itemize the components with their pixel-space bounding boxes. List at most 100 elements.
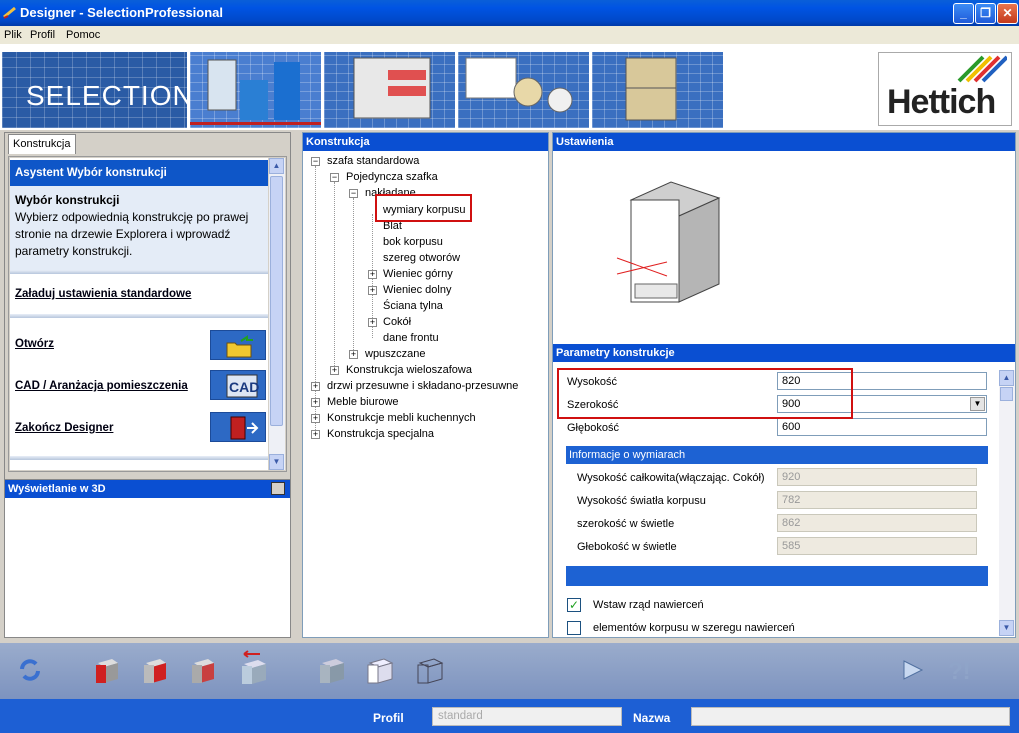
tree-title: Konstrukcja <box>303 133 548 151</box>
chevron-down-icon[interactable]: ▼ <box>970 397 985 411</box>
expand-icon[interactable]: + <box>368 318 377 327</box>
tree-node-sciana-tylna[interactable]: Ściana tylna <box>383 300 443 312</box>
cad-link[interactable]: CAD / Aranżacja pomieszczenia <box>15 380 188 392</box>
tree-node-cokol[interactable]: Cokół <box>383 316 411 328</box>
svg-text:CAD: CAD <box>229 379 259 395</box>
left-scrollbar[interactable]: ▲ ▼ <box>269 158 285 470</box>
tree-node-wpuszczane[interactable]: wpuszczane <box>365 348 426 360</box>
open-folder-icon[interactable] <box>210 330 266 360</box>
info-label-inner-depth: Głebokość w świetle <box>577 541 677 553</box>
play-icon[interactable] <box>898 655 926 685</box>
right-scrollbar[interactable]: ▲ ▼ <box>999 370 1015 636</box>
tree-node-konstrukcja-wieloszafowa[interactable]: Konstrukcja wieloszafowa <box>346 364 472 376</box>
cube-red-side-icon[interactable] <box>140 655 168 685</box>
tile-hardware[interactable] <box>458 52 589 128</box>
scroll-thumb[interactable] <box>1000 387 1013 401</box>
scroll-thumb[interactable] <box>270 176 283 426</box>
scroll-down-icon[interactable]: ▼ <box>999 620 1014 636</box>
expand-icon[interactable]: − <box>330 173 339 182</box>
tree-node-szereg-otworow[interactable]: szereg otworów <box>383 252 460 264</box>
settings-title: Ustawienia <box>553 133 1015 151</box>
tree-node-wieniec-gorny[interactable]: Wieniec górny <box>383 268 453 280</box>
tree-node-bok-korpusu[interactable]: bok korpusu <box>383 236 443 248</box>
restore-button[interactable]: ❐ <box>975 3 996 24</box>
exit-designer-link[interactable]: Zakończ Designer <box>15 422 113 434</box>
tile-drawers[interactable] <box>324 52 455 128</box>
elements-checkbox[interactable] <box>567 621 581 635</box>
expand-icon[interactable]: − <box>349 189 358 198</box>
minimize-button[interactable]: _ <box>953 3 974 24</box>
depth-input[interactable]: 600 <box>777 418 987 436</box>
expand-icon[interactable]: + <box>368 286 377 295</box>
tree-node-szafa-standardowa[interactable]: szafa standardowa <box>327 155 419 167</box>
tree-node-wieniec-dolny[interactable]: Wieniec dolny <box>383 284 451 296</box>
selection-logo: SELECTION <box>26 80 187 111</box>
tree-node-drzwi-przesuwne[interactable]: drzwi przesuwne i składano-przesuwne <box>327 380 518 392</box>
view3d-panel <box>4 479 291 638</box>
load-defaults-link[interactable]: Załaduj ustawienia standardowe <box>15 288 191 300</box>
scroll-up-icon[interactable]: ▲ <box>999 370 1014 386</box>
params-title: Parametry konstrukcje <box>553 344 1015 362</box>
tree-node-meble-biurowe[interactable]: Meble biurowe <box>327 396 399 408</box>
expand-icon[interactable]: + <box>311 398 320 407</box>
info-label-total-height: Wysokość całkowita(włączając. Cokół) <box>577 472 765 484</box>
hettich-logo: Hettich <box>878 52 1012 126</box>
svg-text:?!: ?! <box>948 658 971 685</box>
divider <box>10 456 268 460</box>
cube-solid-icon[interactable] <box>318 655 346 685</box>
exit-door-icon[interactable] <box>210 412 266 442</box>
cube-red-front-icon[interactable] <box>92 655 120 685</box>
drawer-icon <box>353 57 431 119</box>
expand-icon[interactable]: + <box>311 382 320 391</box>
refresh-icon[interactable] <box>16 655 44 685</box>
open-link[interactable]: Otwórz <box>15 338 54 350</box>
menu-profil[interactable]: Profil <box>30 29 55 41</box>
assistant-description: Wybór konstrukcji Wybierz odpowiednią ko… <box>10 186 268 272</box>
elements-label: elementów korpusu w szeregu nawierceń <box>593 622 795 634</box>
cube-transparent-icon[interactable] <box>366 655 394 685</box>
expand-icon[interactable]: + <box>311 414 320 423</box>
expand-icon[interactable]: + <box>349 350 358 359</box>
menu-pomoc[interactable]: Pomoc <box>66 29 100 41</box>
title-bar: Designer - SelectionProfessional _ ❐ ✕ <box>0 0 1019 26</box>
param-label-glebokosc: Głębokość <box>567 422 619 434</box>
help-icon[interactable]: ?! <box>944 655 972 685</box>
profil-field[interactable]: standard <box>432 707 622 726</box>
close-button[interactable]: ✕ <box>997 3 1018 24</box>
menu-bar: Plik Profil Pomoc <box>0 26 1019 44</box>
scroll-up-icon[interactable]: ▲ <box>269 158 284 174</box>
expand-icon[interactable]: − <box>311 157 320 166</box>
expand-icon[interactable]: + <box>311 430 320 439</box>
inner-width-field: 862 <box>777 514 977 532</box>
description-text: Wybierz odpowiednią konstrukcję po prawe… <box>15 210 249 258</box>
nazwa-label: Nazwa <box>633 711 671 725</box>
cube-wireframe-icon[interactable] <box>416 655 444 685</box>
info-label-inner-width: szerokość w świetle <box>577 518 675 530</box>
expand-icon[interactable]: + <box>368 270 377 279</box>
hardware-icon <box>465 57 573 113</box>
tree-node-pojedyncza-szafka[interactable]: Pojedyncza szafka <box>346 171 438 183</box>
maximize-icon[interactable] <box>271 482 285 495</box>
divider <box>10 270 268 274</box>
tile-furniture[interactable] <box>592 52 723 128</box>
description-title: Wybór konstrukcji <box>15 193 120 207</box>
cad-icon[interactable]: CAD <box>210 370 266 400</box>
drilling-row-label: Wstaw rząd nawierceń <box>593 599 704 611</box>
expand-icon[interactable]: + <box>330 366 339 375</box>
scroll-down-icon[interactable]: ▼ <box>269 454 284 470</box>
nazwa-field[interactable] <box>691 707 1010 726</box>
menu-plik[interactable]: Plik <box>4 29 22 41</box>
cabinet-icon <box>190 59 321 125</box>
cabinet-3d-icon <box>616 181 721 303</box>
cabinet-preview <box>553 152 1015 342</box>
cube-red-back-icon[interactable] <box>188 655 216 685</box>
drilling-row-checkbox[interactable]: ✓ <box>567 598 581 612</box>
tree-node-dane-frontu[interactable]: dane frontu <box>383 332 439 344</box>
tree-node-meble-kuchenne[interactable]: Konstrukcje mebli kuchennych <box>327 412 476 424</box>
tile-cabinets[interactable] <box>190 52 321 128</box>
highlight-box <box>375 194 472 222</box>
total-height-field: 920 <box>777 468 977 486</box>
cube-arrow-icon[interactable] <box>240 650 268 686</box>
tree-node-konstrukcja-specjalna[interactable]: Konstrukcja specjalna <box>327 428 434 440</box>
tab-konstrukcja[interactable]: Konstrukcja <box>8 134 76 154</box>
